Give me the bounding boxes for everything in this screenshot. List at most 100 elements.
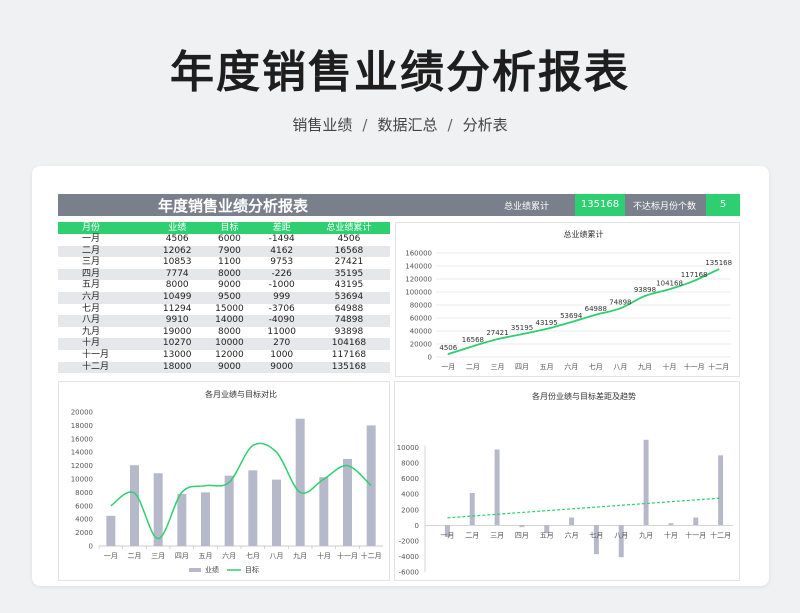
bar-gap <box>718 455 724 526</box>
bar-gap <box>593 525 599 555</box>
table-cell: 9000 <box>203 361 256 374</box>
x-tick-label: 十月 <box>663 362 677 371</box>
breadcrumb-item-analysis[interactable]: 分析表 <box>463 116 508 134</box>
table-row: 八月 9910 14000 -4090 74898 <box>58 315 390 327</box>
data-point <box>447 353 450 355</box>
x-tick-label: 六月 <box>565 530 579 539</box>
table-cell: 1100 <box>218 257 241 268</box>
x-tick-label: 六月 <box>564 362 578 371</box>
x-tick-label: 三月 <box>490 531 504 539</box>
bar-sales <box>106 515 116 546</box>
table-cell: 16568 <box>307 245 390 258</box>
table-cell: 74898 <box>307 315 390 327</box>
table-cell: -226 <box>255 268 308 281</box>
table-cell: 4162 <box>255 245 308 258</box>
table-cell: 4506 <box>337 234 361 244</box>
bar-sales <box>295 418 305 546</box>
gap-chart: 各月份业绩与目标差距及趋势 -6000 -4000 -2000 0 2000 4000 600… <box>394 381 740 581</box>
table-cell: 14000 <box>203 315 256 327</box>
bar-gap <box>469 492 475 526</box>
data-label: 16568 <box>462 336 484 344</box>
x-tick-label: 七月 <box>589 530 603 539</box>
column-header: 月份 <box>58 222 152 234</box>
x-tick-label: 十一月 <box>337 551 358 560</box>
table-cell: 七月 <box>82 303 101 314</box>
gap-chart-svg: 各月份业绩与目标差距及趋势 -6000 -4000 -2000 0 2000 4000 600… <box>397 391 733 577</box>
y-tick-label: -2000 <box>399 537 419 545</box>
x-tick-label: 一月 <box>440 531 454 539</box>
y-tick-label: 18000 <box>71 422 93 430</box>
data-point <box>668 288 671 291</box>
total-label: 总业绩累计 <box>504 202 550 212</box>
table-cell: 12000 <box>215 349 244 360</box>
x-tick-label: 三月 <box>490 363 504 371</box>
data-point <box>717 268 720 270</box>
x-tick-label: 一月 <box>441 363 455 371</box>
table-row: 六月 10499 9500 999 53694 <box>58 291 390 304</box>
data-label: 135168 <box>705 259 732 267</box>
table-row: 四月 7774 8000 -226 35195 <box>58 268 390 281</box>
table-row: 十月 10270 10000 270 104168 <box>58 338 390 350</box>
breadcrumb: 销售业绩 / 数据汇总 / 分析表 <box>0 114 800 135</box>
breadcrumb-item-sales[interactable]: 销售业绩 <box>292 116 352 134</box>
x-tick-label: 五月 <box>540 531 554 539</box>
x-tick-label: 四月 <box>515 363 529 371</box>
table-cell: 三月 <box>82 257 101 268</box>
table-cell: 十一月 <box>82 349 110 360</box>
table-cell: 11000 <box>267 326 297 337</box>
table-cell: 四月 <box>58 268 152 281</box>
report-title: 年度销售业绩分析报表 <box>158 197 309 215</box>
y-tick-label: 40000 <box>410 328 432 336</box>
table-cell: 6000 <box>218 234 241 244</box>
table-cell: 10000 <box>203 338 256 350</box>
table-cell: 10499 <box>151 291 204 304</box>
data-point <box>521 333 523 335</box>
x-tick-label: 二月 <box>465 531 479 539</box>
table-cell: 7774 <box>151 268 204 281</box>
y-tick-label: 10000 <box>71 476 93 484</box>
x-tick-label: 十月 <box>664 530 678 539</box>
table-cell: -3706 <box>268 303 295 314</box>
data-label: 27421 <box>486 329 508 337</box>
y-tick-label: 2000 <box>75 529 93 537</box>
bar-sales <box>130 465 139 546</box>
x-tick-label: 四月 <box>175 552 189 560</box>
x-tick-label: 十二月 <box>710 530 731 539</box>
table-cell: 8000 <box>165 280 189 291</box>
table-cell: 13000 <box>162 349 192 360</box>
bar-sales <box>343 458 352 546</box>
table-cell: 10270 <box>151 338 204 350</box>
table-cell: 9753 <box>270 257 294 268</box>
table-cell: 64988 <box>334 303 364 314</box>
data-point <box>619 307 622 310</box>
table-cell: -1494 <box>268 234 295 244</box>
table-cell: 53694 <box>307 291 390 304</box>
table-row: 九月 19000 8000 11000 93898 <box>58 327 390 339</box>
chart-title: 各月业绩与目标对比 <box>205 389 277 399</box>
data-label: 43195 <box>535 319 557 327</box>
table-cell: -4090 <box>255 315 308 327</box>
x-tick-label: 八月 <box>613 363 627 371</box>
table-header-row: 月份 业绩 目标 差距 总业绩累计 <box>58 222 390 234</box>
cumulative-chart-svg: 总业绩累计 0 20000 40000 60000 80000 100000 120000 14… <box>405 229 732 371</box>
breadcrumb-item-summary[interactable]: 数据汇总 <box>377 116 437 134</box>
x-tick-label: 九月 <box>293 551 307 560</box>
comparison-chart: 各月业绩与目标对比 0 2000 4000 6000 8000 10000 12000 1400… <box>58 381 390 581</box>
table-row: 三月 10853 1100 9753 27421 <box>58 257 390 269</box>
bar-sales <box>366 425 376 546</box>
y-tick-label: 6000 <box>75 502 93 510</box>
table-cell: 27421 <box>334 257 364 268</box>
bar-gap <box>519 525 525 528</box>
table-cell: -1000 <box>268 280 295 291</box>
table-cell: 15000 <box>215 303 244 314</box>
data-label: 64988 <box>585 305 607 313</box>
y-tick-label: 60000 <box>410 315 432 323</box>
table-row: 一月 4506 6000 -1494 4506 <box>58 234 390 246</box>
x-tick-label: 十二月 <box>708 362 729 371</box>
x-tick-label: 二月 <box>466 363 480 371</box>
report-header-bar: 年度销售业绩分析报表 总业绩累计 135168 不达标月份个数 5 <box>58 194 740 216</box>
y-tick-label: 12000 <box>71 462 93 470</box>
y-tick-label: -6000 <box>399 569 419 577</box>
table-cell: 五月 <box>82 280 101 291</box>
x-tick-label: 六月 <box>222 551 236 560</box>
